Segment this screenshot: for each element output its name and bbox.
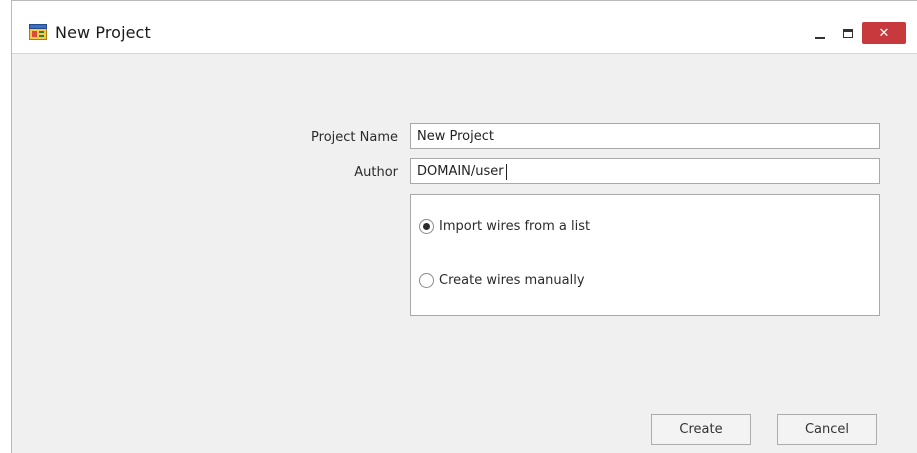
window-title: New Project — [55, 23, 151, 42]
project-name-input[interactable] — [410, 123, 880, 149]
create-wires-option[interactable]: Create wires manually — [419, 273, 585, 288]
cancel-button[interactable]: Cancel — [777, 414, 877, 445]
minimize-icon — [815, 37, 825, 39]
maximize-button[interactable] — [835, 22, 861, 44]
text-caret — [506, 164, 507, 180]
author-label: Author — [354, 165, 398, 180]
form-window-icon — [29, 24, 47, 40]
project-name-label: Project Name — [311, 130, 398, 145]
maximize-icon — [843, 28, 853, 38]
close-button[interactable]: ✕ — [862, 22, 906, 44]
create-button[interactable]: Create — [651, 414, 751, 445]
author-input[interactable] — [410, 158, 880, 184]
import-wires-option[interactable]: Import wires from a list — [419, 219, 590, 234]
close-icon: ✕ — [878, 25, 890, 41]
radio-button[interactable] — [419, 219, 434, 234]
minimize-button[interactable] — [807, 22, 833, 44]
radio-selected-dot — [423, 223, 430, 230]
title-bar: New Project ✕ — [12, 1, 917, 54]
radio-button[interactable] — [419, 273, 434, 288]
create-wires-label: Create wires manually — [439, 273, 585, 288]
new-project-dialog: New Project ✕ Project Name Author Import… — [11, 0, 917, 453]
wire-source-group: Import wires from a list Create wires ma… — [410, 194, 880, 316]
import-wires-label: Import wires from a list — [439, 219, 591, 234]
